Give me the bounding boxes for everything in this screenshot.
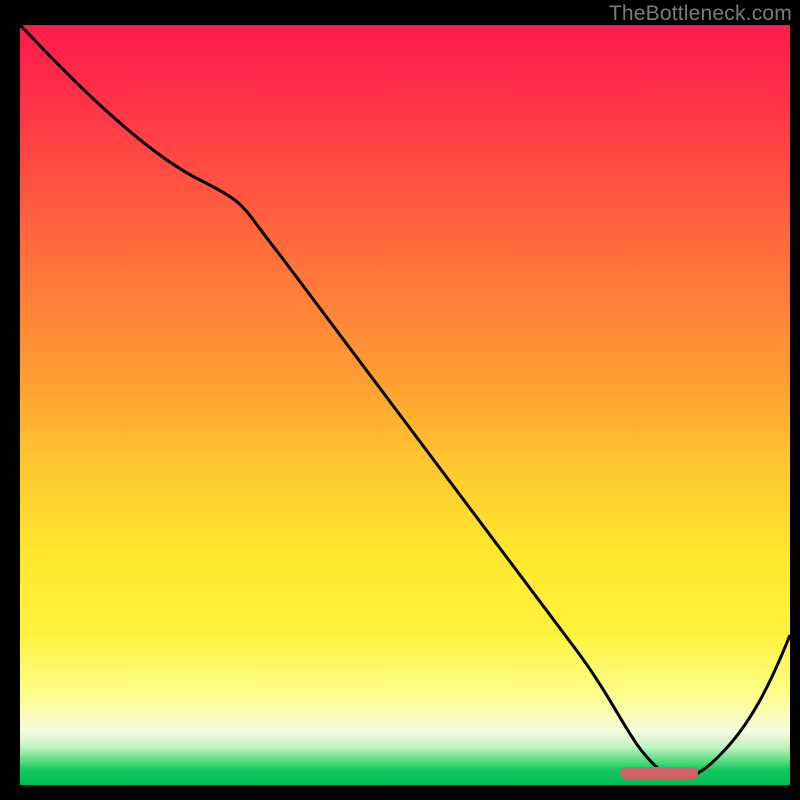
watermark-text: TheBottleneck.com bbox=[609, 2, 792, 26]
plot-area bbox=[20, 25, 790, 785]
chart-canvas: TheBottleneck.com bbox=[0, 0, 800, 800]
optimum-marker bbox=[620, 767, 698, 779]
curve-layer bbox=[20, 25, 790, 785]
bottleneck-curve bbox=[20, 25, 790, 777]
